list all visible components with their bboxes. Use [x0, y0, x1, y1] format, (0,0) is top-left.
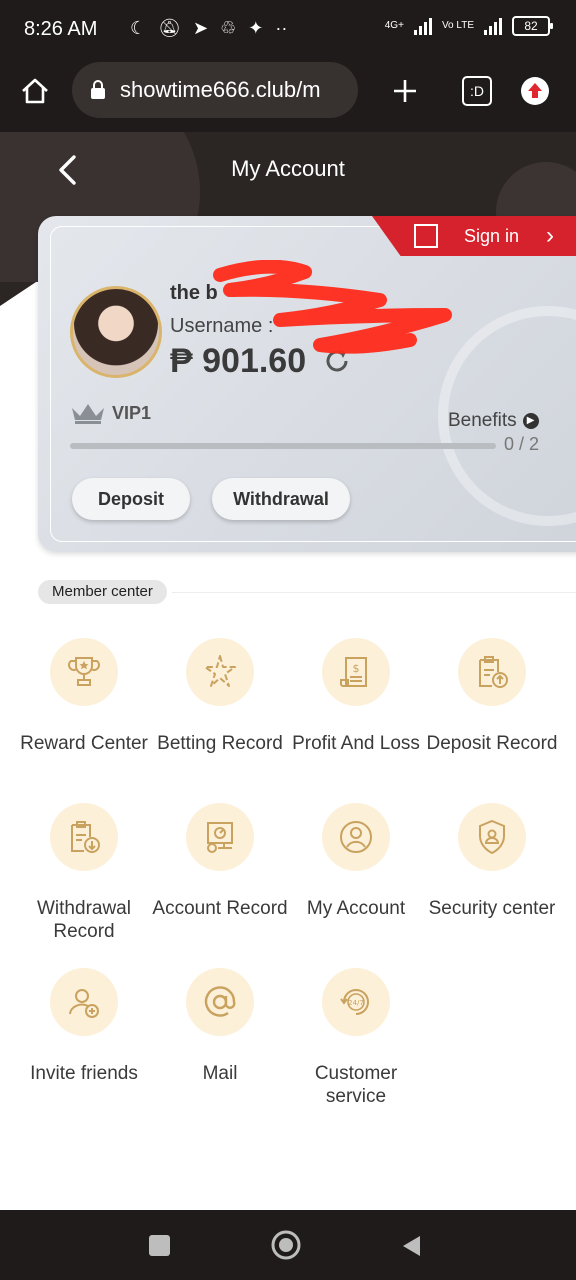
signal-1-icon: [413, 17, 432, 35]
refresh-icon[interactable]: [324, 348, 350, 374]
new-tab-icon[interactable]: [392, 78, 418, 104]
network-volte-label: Vo LTE: [441, 20, 474, 31]
chevron-right-icon: ›: [546, 222, 554, 249]
menu-item-customer-service[interactable]: 24/7 Customer service: [286, 968, 426, 1108]
menu-item-account-record[interactable]: Account Record: [150, 803, 290, 920]
avatar[interactable]: [70, 286, 162, 378]
menu-item-label: Reward Center: [20, 733, 148, 754]
header-wedge: [0, 282, 36, 306]
upload-icon[interactable]: [520, 76, 550, 106]
moon-icon: ☾: [130, 18, 147, 38]
menu-item-label: Withdrawal Record: [37, 898, 131, 942]
sign-in-label: Sign in: [464, 226, 520, 246]
withdrawal-button[interactable]: Withdrawal: [212, 478, 350, 520]
checkbox-icon: [414, 224, 438, 248]
menu-item-my-account[interactable]: My Account: [286, 803, 426, 920]
star-burst-icon: [204, 655, 236, 687]
lock-icon: [91, 80, 105, 99]
status-bar: 8:26 AM ☾ 🔕︎ ➤ ♲ ✦ ·· 4G+ Vo LTE 82: [0, 0, 576, 60]
network-4g-label: 4G+: [384, 20, 404, 31]
menu-item-label: Profit And Loss: [292, 733, 420, 754]
twitter-icon: ✦: [248, 18, 264, 38]
more-dots-icon: ··: [275, 18, 288, 38]
home-circle-icon[interactable]: [271, 1230, 301, 1260]
nickname: the b: [170, 282, 218, 304]
menu-item-mail[interactable]: Mail: [150, 968, 290, 1085]
sign-in-button[interactable]: Sign in ›: [372, 216, 576, 256]
url-text: showtime666.club/m: [120, 77, 321, 102]
menu-item-betting-record[interactable]: Betting Record: [150, 638, 290, 755]
member-center-title: Member center: [38, 580, 167, 604]
clipboard-down-icon: [71, 821, 100, 853]
status-time: 8:26 AM: [24, 18, 98, 40]
vip-progress-text: 0 / 2: [504, 434, 540, 454]
menu-item-profit-and-loss[interactable]: $ Profit And Loss: [286, 638, 426, 755]
clipboard-up-icon: [479, 656, 508, 688]
system-nav-bar: [0, 1210, 576, 1280]
divider: [172, 592, 576, 593]
vip-level-label: VIP1: [112, 402, 152, 423]
menu-item-label: Security center: [428, 898, 556, 919]
recent-apps-icon[interactable]: [149, 1235, 170, 1256]
support-24-7-icon: 24/7: [340, 989, 369, 1015]
menu-item-label: My Account: [306, 898, 406, 919]
chart-record-icon: [207, 822, 233, 853]
menu-item-label: Account Record: [152, 898, 288, 919]
benefits-label: Benefits: [448, 410, 517, 431]
vip-progress-bar: [70, 443, 496, 449]
deposit-button[interactable]: Deposit: [72, 478, 190, 520]
menu-item-reward-center[interactable]: Reward Center: [14, 638, 154, 755]
menu-item-withdrawal-record[interactable]: Withdrawal Record: [14, 803, 154, 943]
browser-toolbar: showtime666.club/m :D: [0, 60, 576, 132]
shield-user-icon: [479, 819, 505, 855]
signal-2-icon: [484, 17, 502, 35]
menu-item-label: Invite friends: [30, 1063, 138, 1084]
balance-amount: ₱ 901.60: [170, 342, 307, 380]
menu-item-label: Deposit Record: [426, 733, 558, 754]
home-icon[interactable]: [20, 76, 50, 106]
menu-item-deposit-record[interactable]: Deposit Record: [422, 638, 562, 755]
vip-level: VIP1: [70, 402, 151, 424]
system-back-icon[interactable]: [400, 1234, 422, 1258]
user-circle-icon: [340, 821, 372, 853]
benefits-link[interactable]: Benefits ▶: [448, 410, 539, 432]
add-user-icon: [69, 989, 99, 1018]
tab-switcher-button[interactable]: :D: [462, 76, 492, 106]
menu-item-label: Customer service: [314, 1063, 398, 1107]
sync-icon: ♲: [220, 18, 237, 38]
menu-item-security-center[interactable]: Security center: [422, 803, 562, 920]
trophy-icon: [68, 657, 100, 686]
menu-item-invite-friends[interactable]: Invite friends: [14, 968, 154, 1085]
menu-item-label: Betting Record: [157, 733, 283, 754]
username-label: Username :: [170, 315, 274, 337]
page-title: My Account: [231, 156, 345, 181]
svg-text:24/7: 24/7: [348, 999, 364, 1007]
menu-item-label: Mail: [202, 1063, 238, 1084]
telegram-icon: ➤: [193, 18, 209, 38]
svg-text:$: $: [353, 662, 360, 675]
arrow-right-circle-icon: ▶: [522, 413, 539, 429]
battery-icon: 82: [512, 16, 553, 36]
address-bar[interactable]: showtime666.club/m: [72, 62, 358, 118]
status-notification-icons: ☾ 🔕︎ ➤ ♲ ✦ ··: [130, 18, 287, 39]
at-sign-icon: [204, 986, 236, 1017]
muted-bell-icon: 🔕︎: [158, 18, 181, 38]
bill-icon: $: [340, 657, 367, 687]
crown-icon: [72, 404, 104, 424]
